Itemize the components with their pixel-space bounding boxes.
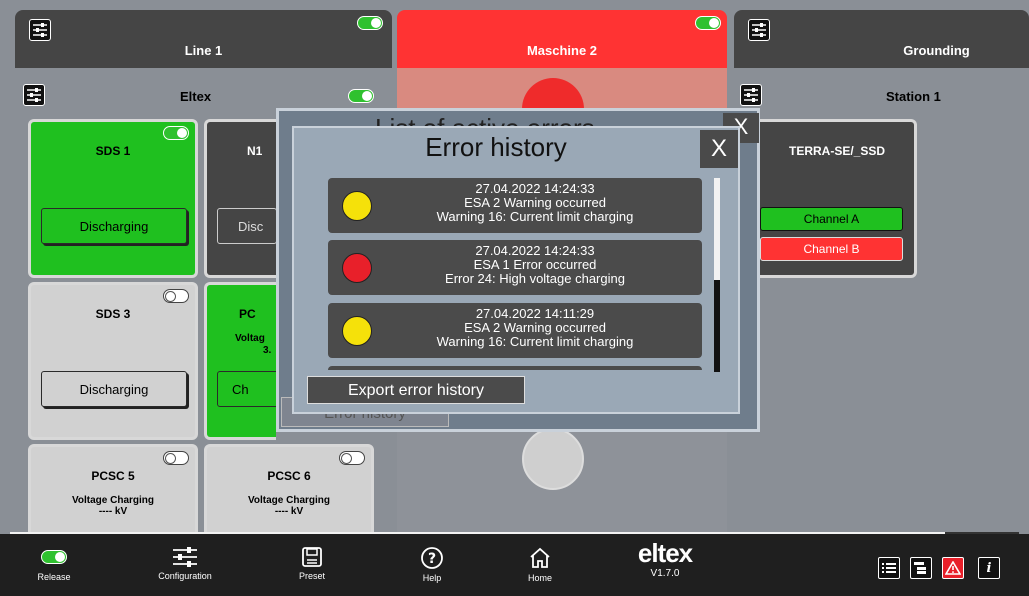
tree-view-button[interactable] bbox=[910, 557, 932, 579]
preset-button[interactable]: Preset bbox=[292, 546, 332, 581]
warning-triangle-icon bbox=[945, 561, 961, 575]
dialog-close-button[interactable]: X bbox=[700, 130, 738, 168]
card-title: PC bbox=[239, 307, 256, 321]
settings-sliders-icon[interactable] bbox=[740, 84, 762, 106]
tree-icon bbox=[914, 562, 926, 574]
channel-b-button[interactable]: Channel B bbox=[760, 237, 903, 261]
footer-toolbar: Release Configuration Preset ? Help Home… bbox=[0, 534, 1029, 596]
sds3-toggle[interactable] bbox=[163, 289, 189, 303]
discharging-button[interactable]: Discharging bbox=[41, 208, 187, 244]
settings-sliders-icon[interactable] bbox=[23, 84, 45, 106]
card-value: ---- kV bbox=[98, 506, 128, 517]
card-n1[interactable]: N1 Disc bbox=[204, 119, 277, 278]
warning-indicator-icon bbox=[342, 191, 372, 221]
card-sds3[interactable]: SDS 3 Discharging bbox=[28, 282, 198, 440]
card-subtitle: Voltage Charging bbox=[71, 495, 155, 506]
error-event: ESA 2 Warning occurred bbox=[464, 320, 606, 335]
error-item[interactable]: 27.04.2022 14:11:29 ESA 2 Warning occurr… bbox=[328, 303, 702, 358]
error-event: ESA 2 Warning occurred bbox=[464, 195, 606, 210]
info-icon: i bbox=[986, 560, 992, 576]
card-title: TERRA-SE/_SSD bbox=[788, 144, 886, 158]
station1-subheader[interactable]: Station 1 bbox=[734, 84, 1029, 112]
version-label: V1.7.0 bbox=[650, 568, 680, 579]
settings-sliders-icon[interactable] bbox=[748, 19, 770, 41]
discharging-button[interactable]: Discharging bbox=[41, 371, 187, 407]
line1-toggle[interactable] bbox=[357, 16, 383, 30]
alarm-button[interactable] bbox=[942, 557, 964, 579]
sliders-icon bbox=[173, 547, 197, 567]
station1-label: Station 1 bbox=[886, 89, 941, 104]
error-indicator-icon bbox=[342, 253, 372, 283]
pcsc5-toggle[interactable] bbox=[163, 451, 189, 465]
pcsc6-toggle[interactable] bbox=[339, 451, 365, 465]
column-header-line1[interactable]: Line 1 bbox=[15, 10, 392, 68]
export-error-history-button[interactable]: Export error history bbox=[307, 376, 525, 404]
card-pc[interactable]: PC Voltag 3. Ch bbox=[204, 282, 279, 440]
eltex-logo: eltex V1.7.0 bbox=[630, 540, 700, 579]
error-detail: Warning 16: Current limit charging bbox=[436, 209, 634, 224]
configuration-button[interactable]: Configuration bbox=[150, 546, 220, 581]
info-button[interactable]: i bbox=[978, 557, 1000, 579]
column-title: Maschine 2 bbox=[526, 43, 598, 58]
scrollbar-thumb[interactable] bbox=[714, 280, 720, 372]
maschine2-toggle[interactable] bbox=[695, 16, 721, 30]
home-button[interactable]: Home bbox=[520, 546, 560, 583]
svg-text:?: ? bbox=[428, 551, 436, 567]
home-label: Home bbox=[527, 573, 552, 583]
release-toggle-icon bbox=[41, 550, 67, 564]
card-title: PCSC 6 bbox=[267, 469, 311, 483]
error-list-scrollbar[interactable] bbox=[714, 178, 720, 372]
save-icon bbox=[302, 547, 322, 567]
configuration-label: Configuration bbox=[158, 571, 212, 581]
settings-sliders-icon[interactable] bbox=[29, 19, 51, 41]
card-title: N1 bbox=[247, 144, 263, 158]
card-value: 3. bbox=[263, 345, 272, 356]
error-timestamp: 27.04.2022 14:24:33 bbox=[475, 181, 595, 196]
list-view-button[interactable] bbox=[878, 557, 900, 579]
card-title: PCSC 5 bbox=[91, 469, 135, 483]
card-sds1[interactable]: SDS 1 Discharging bbox=[28, 119, 198, 278]
card-title: SDS 1 bbox=[95, 144, 131, 158]
error-timestamp: 27.04.2022 14:24:33 bbox=[475, 243, 595, 258]
card-subtitle: Voltage Charging bbox=[247, 495, 331, 506]
error-history-dialog: Error history X 27.04.2022 14:24:33 ESA … bbox=[292, 126, 740, 414]
preset-label: Preset bbox=[298, 571, 325, 581]
charging-button[interactable]: Ch bbox=[217, 371, 279, 407]
sds1-toggle[interactable] bbox=[163, 126, 189, 140]
column-title: Grounding bbox=[903, 43, 970, 58]
error-detail: Error 24: High voltage charging bbox=[445, 271, 625, 286]
logo-text: eltex bbox=[637, 538, 693, 568]
card-subtitle: Voltag bbox=[235, 333, 265, 344]
release-button[interactable]: Release bbox=[32, 550, 76, 582]
list-icon bbox=[882, 563, 896, 573]
discharging-button[interactable]: Disc bbox=[217, 208, 277, 244]
column-header-grounding[interactable]: Grounding bbox=[734, 10, 1029, 68]
eltex-toggle[interactable] bbox=[348, 89, 374, 103]
error-timestamp: 27.04.2022 14:11:29 bbox=[475, 306, 595, 321]
card-terra[interactable]: TERRA-SE/_SSD Channel A Channel B bbox=[740, 119, 917, 278]
column-header-maschine2[interactable]: Maschine 2 bbox=[397, 10, 727, 68]
help-icon: ? bbox=[421, 547, 443, 569]
dialog-title: Error history bbox=[425, 132, 567, 162]
release-label: Release bbox=[37, 572, 71, 582]
card-title: SDS 3 bbox=[95, 307, 131, 321]
warning-indicator-icon bbox=[342, 316, 372, 346]
error-event: ESA 1 Error occurred bbox=[473, 257, 597, 272]
column-title: Line 1 bbox=[184, 43, 223, 58]
error-item[interactable]: 27.04.2022 14:24:33 ESA 2 Warning occurr… bbox=[328, 178, 702, 233]
maschine2-round-indicator bbox=[522, 428, 584, 490]
eltex-label: Eltex bbox=[180, 89, 212, 104]
error-item[interactable]: 27.04.2022 14:24:33 ESA 1 Error occurred… bbox=[328, 240, 702, 295]
help-label: Help bbox=[422, 573, 442, 583]
home-icon bbox=[530, 547, 550, 568]
error-item-partial bbox=[328, 366, 702, 370]
card-pcsc5[interactable]: PCSC 5 Voltage Charging ---- kV bbox=[28, 444, 198, 539]
error-detail: Warning 16: Current limit charging bbox=[436, 334, 634, 349]
card-pcsc6[interactable]: PCSC 6 Voltage Charging ---- kV bbox=[204, 444, 374, 539]
channel-a-button[interactable]: Channel A bbox=[760, 207, 903, 231]
help-button[interactable]: ? Help bbox=[412, 546, 452, 583]
card-value: ---- kV bbox=[274, 506, 304, 517]
